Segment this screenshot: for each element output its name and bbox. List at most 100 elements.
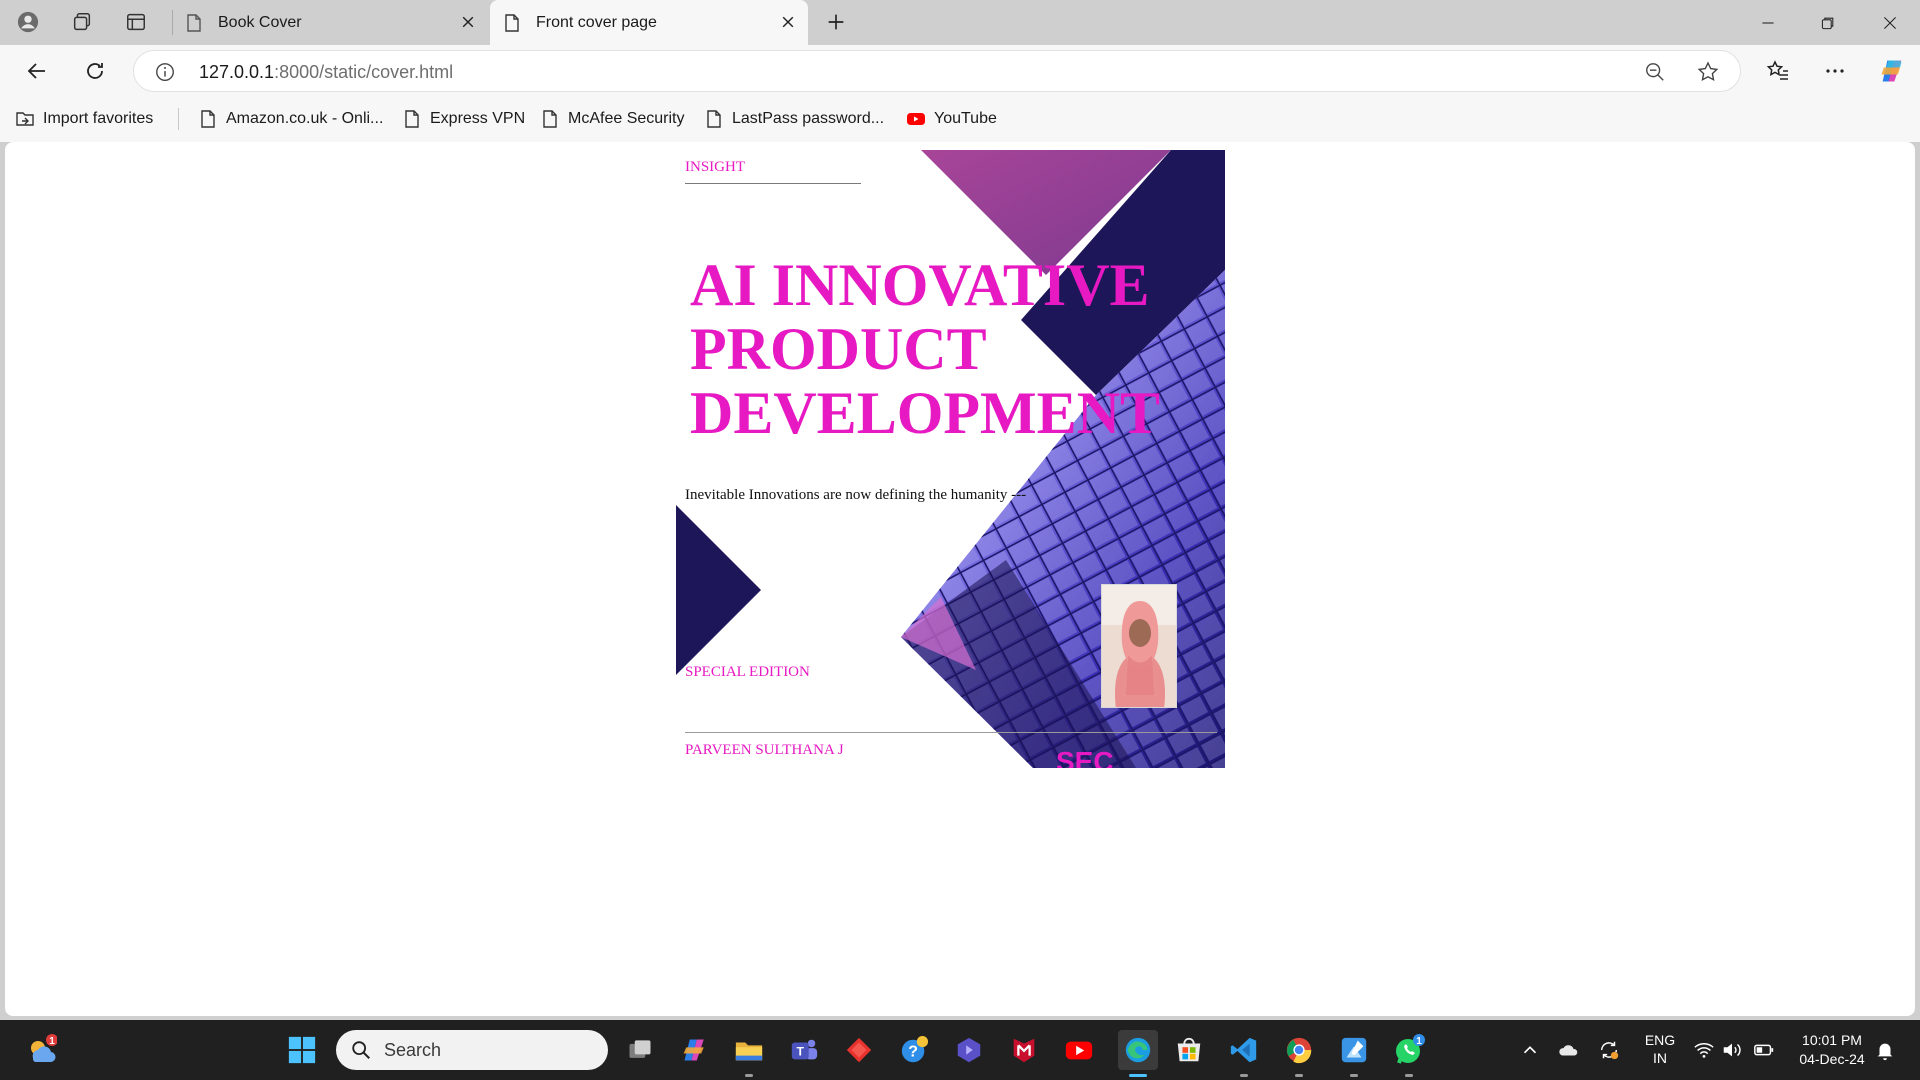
task-view-icon[interactable] [624,1034,656,1066]
get-help-icon[interactable]: ? [898,1034,930,1066]
close-tab-icon[interactable] [458,12,478,32]
brand-underline [685,183,861,184]
language-line-1: ENG [1644,1032,1676,1048]
search-placeholder: Search [384,1039,442,1060]
bookmark-express-vpn[interactable]: Express VPN [402,108,525,130]
tab-front-cover-page[interactable]: Front cover page [490,0,808,45]
minimize-icon[interactable] [1738,0,1798,45]
favorites-icon[interactable] [1760,53,1796,89]
teams-icon[interactable]: T [788,1034,820,1066]
power-automate-icon[interactable] [953,1034,985,1066]
navy-left-triangle [676,505,761,675]
page-icon [405,110,419,128]
onedrive-icon[interactable] [1558,1039,1580,1064]
cover-title: AI INNOVATIVE PRODUCT DEVELOPMENT [690,253,1160,445]
back-icon[interactable] [19,53,55,89]
edge-icon[interactable] [1118,1030,1158,1070]
new-tab-icon[interactable] [818,5,854,39]
vscode-icon[interactable] [1228,1034,1260,1066]
book-cover: INSIGHT AI INNOVATIVE PRODUCT DEVELOPMEN… [676,150,1225,768]
paint-icon[interactable] [1338,1034,1370,1066]
store-icon[interactable] [1173,1034,1205,1066]
bookmark-label: Import favorites [43,110,154,127]
tab-book-cover[interactable]: Book Cover [176,0,488,45]
favorites-bar: Import favorites Amazon.co.uk - Onli... … [0,96,1920,142]
weather-widget-icon[interactable]: 1 [22,1034,60,1066]
search-icon [352,1041,370,1059]
page-icon [543,110,557,128]
taskbar-search[interactable]: Search [336,1030,608,1070]
svg-text:T: T [797,1045,805,1059]
more-options-icon[interactable] [1817,53,1853,89]
publisher-logo: SEC [1056,746,1114,768]
sync-icon[interactable] [1598,1039,1620,1064]
clock[interactable]: 10:01 PM 04-Dec-24 [1790,1031,1874,1069]
tab-strip: Book Cover Front cover page [0,0,1920,45]
bookmark-label: LastPass password... [732,110,885,127]
workspaces-icon[interactable] [64,5,100,39]
zoom-out-icon[interactable] [1644,61,1666,83]
mcafee-icon[interactable] [1008,1034,1040,1066]
copilot-icon[interactable] [1874,53,1910,89]
bookmark-label: Express VPN [430,110,526,127]
notification-bell-icon[interactable] [1874,1039,1896,1064]
bookmark-import-favorites[interactable]: Import favorites [15,108,153,130]
wifi-icon[interactable] [1693,1039,1715,1064]
page-icon [201,110,215,128]
weather-badge: 1 [49,1036,55,1047]
running-indicator [1405,1074,1413,1077]
clock-date: 04-Dec-24 [1799,1051,1865,1067]
show-hidden-icons-chevron-up-icon[interactable] [1519,1039,1541,1064]
copilot-taskbar-icon[interactable] [679,1034,711,1066]
language-indicator[interactable]: ENG IN [1640,1031,1680,1067]
tab-title: Book Cover [218,13,302,31]
dev-tool-icon[interactable] [843,1034,875,1066]
svg-text:?: ? [908,1044,918,1061]
favorite-star-icon[interactable] [1696,60,1720,84]
bookmark-label: YouTube [934,110,997,127]
youtube-taskbar-icon[interactable] [1063,1034,1095,1066]
youtube-icon [907,113,925,125]
chrome-icon[interactable] [1283,1034,1315,1066]
file-explorer-icon[interactable] [733,1034,765,1066]
bookmark-mcafee[interactable]: McAfee Security [540,108,684,130]
title-line: PRODUCT [690,316,987,382]
close-tab-icon[interactable] [778,12,798,32]
navigation-toolbar: 127.0.0.1:8000/static/cover.html [0,45,1920,96]
profile-icon[interactable] [10,5,46,39]
tab-title: Front cover page [536,13,657,31]
running-indicator [745,1074,753,1077]
edition-label: SPECIAL EDITION [685,664,810,680]
start-icon[interactable] [286,1034,318,1066]
tab-separator [172,10,173,35]
close-window-icon[interactable] [1860,0,1920,45]
author-name: PARVEEN SULTHANA J [685,742,844,758]
bookmark-amazon[interactable]: Amazon.co.uk - Onli... [198,108,383,130]
running-indicator [1350,1074,1358,1077]
url-path: :8000/static/cover.html [274,62,454,82]
battery-icon[interactable] [1753,1039,1775,1064]
url-host: 127.0.0.1 [199,62,275,82]
page-viewport: INSIGHT AI INNOVATIVE PRODUCT DEVELOPMEN… [5,142,1915,1016]
whatsapp-icon[interactable]: 1 [1393,1034,1425,1066]
running-indicator [1240,1074,1248,1077]
bookmark-label: Amazon.co.uk - Onli... [226,110,384,127]
restore-icon[interactable] [1798,0,1858,45]
refresh-icon[interactable] [77,53,113,89]
site-info-icon[interactable] [154,61,176,83]
author-photo [1101,584,1177,708]
import-favorites-icon [16,112,34,126]
bookmark-lastpass[interactable]: LastPass password... [704,108,884,130]
volume-icon[interactable] [1721,1039,1743,1064]
url-text[interactable]: 127.0.0.1:8000/static/cover.html [199,62,453,83]
language-line-2: IN [1653,1050,1667,1066]
bookmark-separator [178,108,179,130]
vertical-tabs-icon[interactable] [118,5,154,39]
whatsapp-badge: 1 [1416,1036,1422,1047]
bookmark-label: McAfee Security [568,110,685,127]
address-bar[interactable]: 127.0.0.1:8000/static/cover.html [133,50,1741,92]
taskbar: 1 Search T ? 1 ENG IN 10:01 PM 04-Dec-24 [0,1020,1920,1080]
page-icon [707,110,721,128]
page-icon [505,13,519,32]
bookmark-youtube[interactable]: YouTube [906,108,997,130]
